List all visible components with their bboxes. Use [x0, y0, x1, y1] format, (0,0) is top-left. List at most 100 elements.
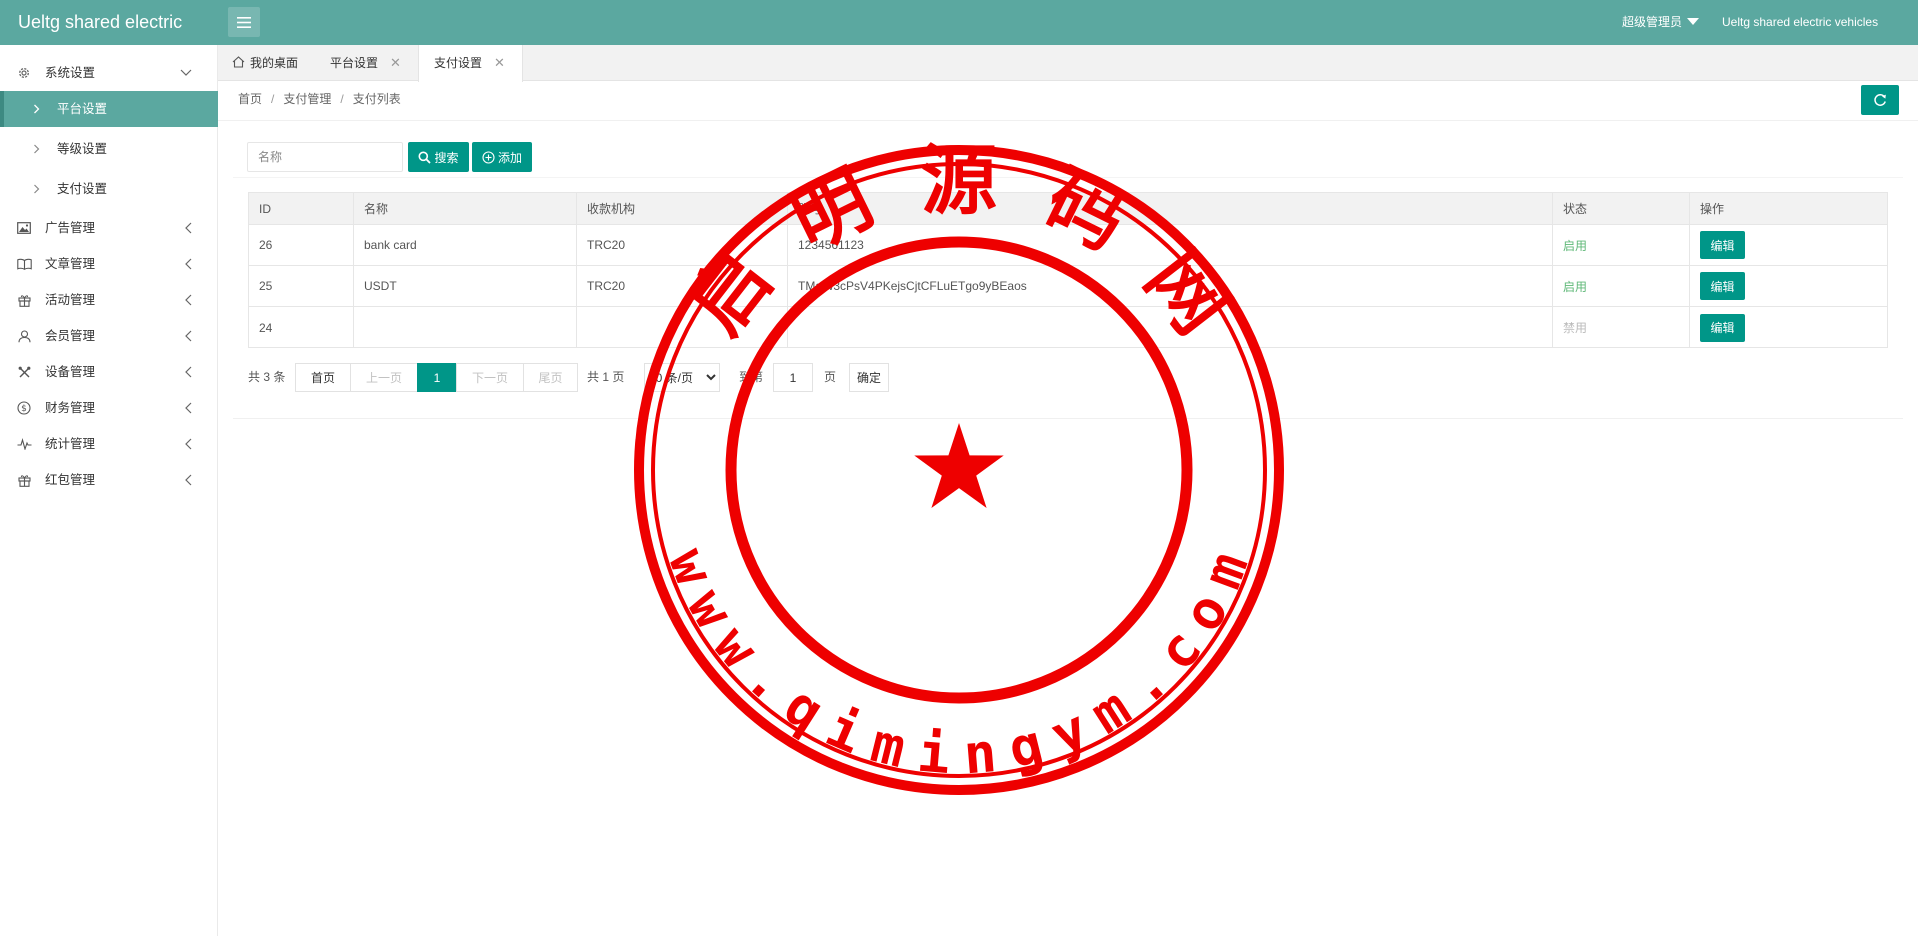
tab-payment-settings[interactable]: 支付设置 ✕: [418, 45, 523, 82]
payment-table: ID 名称 收款机构 账号 状态 操作 26 bank card TRC20 1…: [248, 192, 1888, 348]
sidebar-subitem-payment-settings[interactable]: 支付设置: [0, 171, 218, 207]
user-icon: [16, 318, 32, 354]
tab-my-desktop[interactable]: 我的桌面: [232, 45, 316, 81]
breadcrumb-bar: 首页 / 支付管理 / 支付列表: [218, 81, 1918, 121]
pagination-next[interactable]: 下一页: [456, 363, 524, 392]
sidebar-item-label: 系统设置: [45, 66, 96, 80]
app-name-link[interactable]: Ueltg shared electric vehicles: [1722, 0, 1878, 44]
chevron-right-icon: [33, 91, 40, 127]
divider: [233, 418, 1903, 419]
tab-platform-settings[interactable]: 平台设置 ✕: [330, 45, 410, 81]
home-icon: [232, 56, 245, 68]
pagination-confirm-button[interactable]: 确定: [849, 363, 889, 392]
active-indicator: [0, 91, 4, 127]
column-header-status: 状态: [1553, 193, 1690, 224]
chevron-left-icon: [184, 210, 192, 246]
chevron-right-icon: [33, 171, 40, 207]
cell-action: 编辑: [1690, 307, 1887, 348]
sidebar-subitem-level-settings[interactable]: 等级设置: [0, 131, 218, 167]
column-header-org: 收款机构: [577, 193, 788, 224]
breadcrumb-separator: /: [340, 92, 344, 106]
cell-account: [788, 307, 1553, 348]
sidebar-item-label: 文章管理: [45, 257, 96, 271]
gear-icon: [16, 55, 32, 91]
table-header-row: ID 名称 收款机构 账号 状态 操作: [249, 193, 1887, 225]
page-size-select[interactable]: 10 条/页: [644, 363, 720, 392]
sidebar-item-label: 财务管理: [45, 401, 96, 415]
top-header: Ueltg shared electric 超级管理员 Ueltg shared…: [0, 0, 1918, 45]
cell-action: 编辑: [1690, 225, 1887, 265]
tools-icon: [16, 354, 32, 390]
menu-toggle-button[interactable]: [228, 7, 260, 37]
sidebar-item-articles[interactable]: 文章管理: [0, 246, 218, 282]
add-circle-icon: [482, 150, 495, 164]
breadcrumb-payment-management[interactable]: 支付管理: [283, 92, 331, 106]
add-button[interactable]: 添加: [472, 142, 532, 172]
pulse-icon: [16, 426, 32, 462]
sidebar-item-red-packets[interactable]: 红包管理: [0, 462, 218, 498]
table-row: 25 USDT TRC20 TMaiw3cPsV4PKejsCjtCFLuETg…: [249, 266, 1887, 307]
chevron-left-icon: [184, 390, 192, 426]
search-name-input[interactable]: [247, 142, 403, 172]
cell-name: [354, 307, 577, 348]
close-icon[interactable]: ✕: [494, 45, 505, 81]
chevron-left-icon: [184, 426, 192, 462]
cell-account: TMaiw3cPsV4PKejsCjtCFLuETgo9yBEaos: [788, 266, 1553, 306]
chevron-left-icon: [184, 318, 192, 354]
chevron-right-icon: [33, 131, 40, 167]
pagination-page-count: 共 1 页: [587, 370, 625, 384]
sidebar-item-members[interactable]: 会员管理: [0, 318, 218, 354]
pagination-last[interactable]: 尾页: [523, 363, 578, 392]
sidebar-item-system-settings[interactable]: 系统设置: [0, 55, 218, 91]
breadcrumb-payment-list: 支付列表: [352, 92, 401, 106]
search-button-label: 搜索: [434, 150, 459, 165]
tab-label: 我的桌面: [250, 56, 299, 70]
search-button[interactable]: 搜索: [408, 142, 469, 172]
user-name: 超级管理员: [1622, 15, 1683, 29]
pagination-first[interactable]: 首页: [295, 363, 351, 392]
divider: [233, 177, 1903, 178]
user-menu[interactable]: 超级管理员: [1622, 0, 1700, 44]
cell-name: USDT: [354, 266, 577, 306]
sidebar-item-finance[interactable]: $ 财务管理: [0, 390, 218, 426]
edit-button[interactable]: 编辑: [1700, 313, 1745, 342]
edit-button[interactable]: 编辑: [1700, 272, 1745, 300]
chevron-left-icon: [184, 282, 192, 318]
pagination-prev[interactable]: 上一页: [350, 363, 418, 392]
sidebar-item-label: 统计管理: [45, 437, 96, 451]
sidebar-subitem-label: 等级设置: [57, 142, 108, 156]
pagination-goto-prefix: 到第: [739, 370, 764, 384]
breadcrumb-home[interactable]: 首页: [238, 92, 262, 106]
cell-status: 启用: [1553, 266, 1690, 306]
dollar-icon: $: [16, 390, 32, 426]
sidebar-item-ads[interactable]: 广告管理: [0, 210, 218, 246]
sidebar: 系统设置 平台设置 等级设置 支付设置 广告管理 文章管理 活动管理 会员管理 …: [0, 45, 218, 936]
app-logo-title: Ueltg shared electric: [18, 12, 183, 32]
gift-icon: [16, 282, 32, 318]
column-header-action: 操作: [1700, 202, 1725, 216]
caret-down-icon: [1687, 18, 1700, 26]
sidebar-item-statistics[interactable]: 统计管理: [0, 426, 218, 462]
cell-org: [577, 307, 788, 348]
pagination-current-page[interactable]: 1: [417, 363, 457, 392]
sidebar-item-devices[interactable]: 设备管理: [0, 354, 218, 390]
stamp-bottom-text: www.qimingym.com: [656, 540, 1262, 786]
pagination-goto-input[interactable]: [773, 363, 813, 392]
hamburger-icon: [237, 16, 251, 28]
sidebar-item-label: 活动管理: [45, 293, 96, 307]
column-header-account: 账号: [788, 193, 1553, 224]
svg-text:$: $: [21, 404, 27, 414]
close-icon[interactable]: ✕: [390, 45, 401, 81]
chevron-left-icon: [184, 462, 192, 498]
refresh-button[interactable]: [1861, 85, 1899, 115]
cell-org: TRC20: [577, 225, 788, 265]
refresh-icon: [1874, 94, 1886, 106]
cell-id: 26: [249, 225, 354, 265]
table-row: 24 禁用 编辑: [249, 307, 1887, 348]
edit-button[interactable]: 编辑: [1700, 231, 1745, 259]
sidebar-subitem-platform-settings[interactable]: 平台设置: [0, 91, 218, 127]
cell-id: 24: [249, 307, 354, 348]
chevron-down-icon: [180, 55, 192, 91]
sidebar-item-activities[interactable]: 活动管理: [0, 282, 218, 318]
cell-status: 启用: [1553, 225, 1690, 265]
